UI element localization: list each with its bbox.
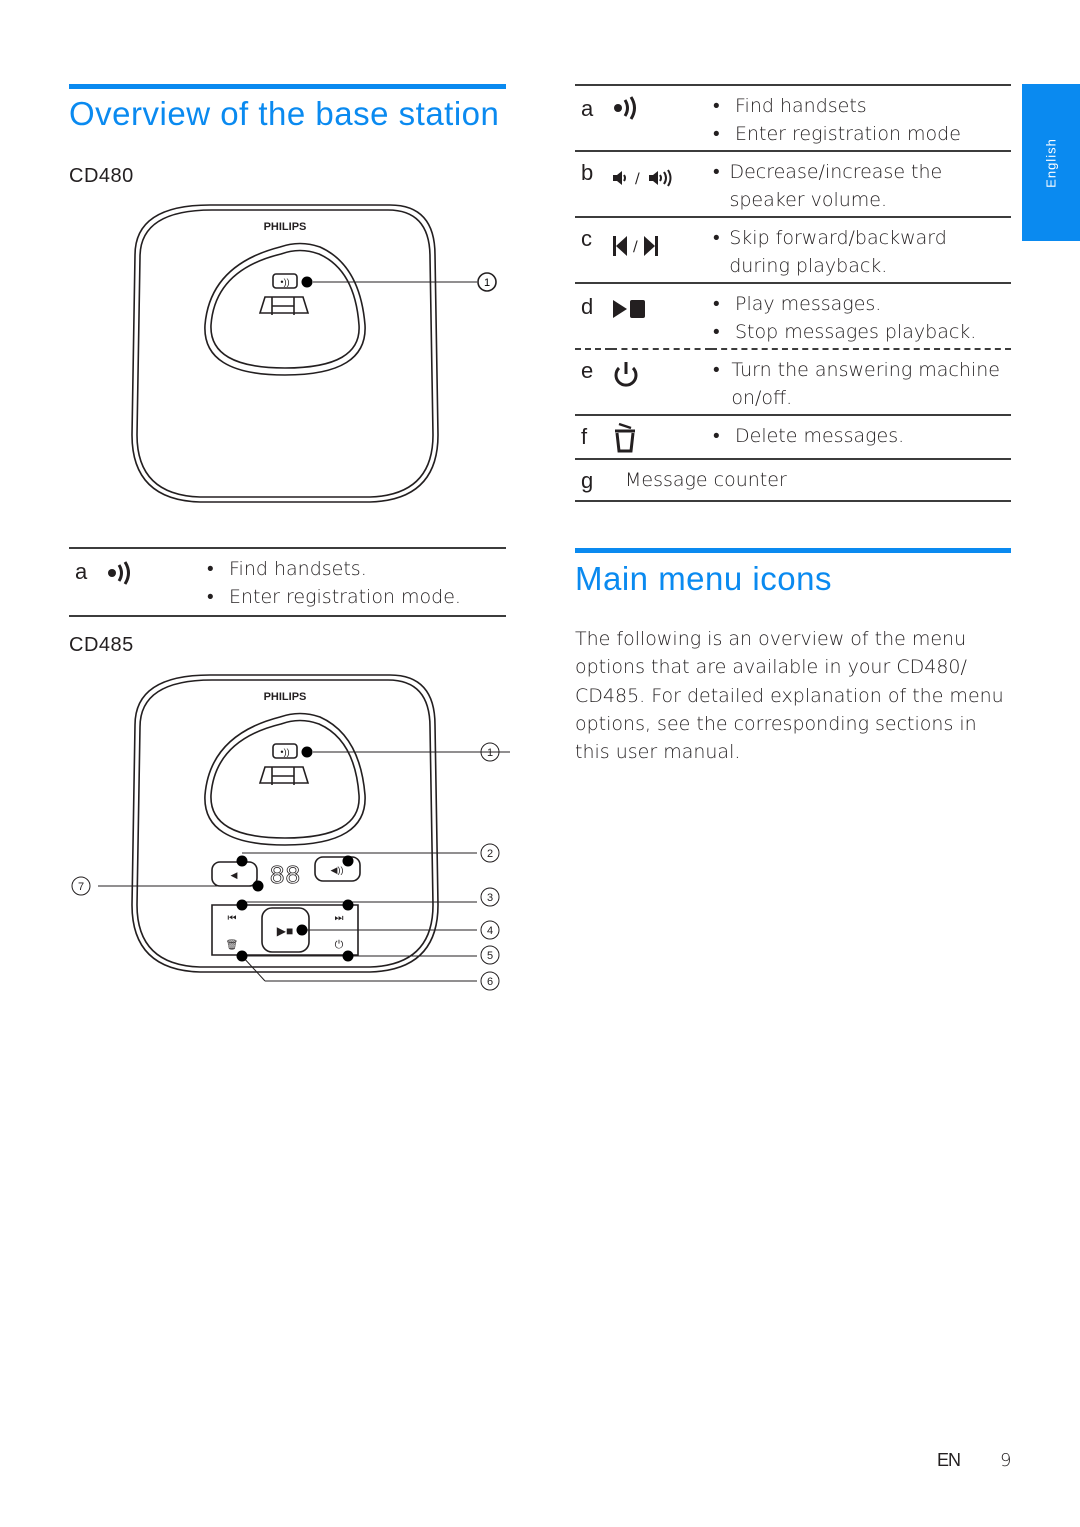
find-handset-icon (108, 561, 130, 585)
callout-3: 3 (487, 892, 493, 904)
play-stop-icon (613, 300, 645, 318)
cd480-base-diagram: •)) PHILIPS 1 (131, 204, 497, 503)
key-letter: a (581, 96, 594, 121)
svg-text:/: / (635, 171, 640, 187)
key-letter: a (75, 559, 88, 584)
bullet-item: • Decrease/increase the speaker volume. (713, 161, 943, 211)
key-row: d • Play messages. • Stop messages playbac… (575, 283, 1011, 349)
key-letter: e (581, 358, 594, 383)
bullet-item: • Play messages. (713, 293, 882, 315)
bullet-item: • Stop messages playback. (713, 321, 977, 343)
key-row: f • Delete messages. (575, 415, 1011, 459)
key-row: b / • Decrease/increase the speaker volum… (575, 151, 1011, 217)
callout-7: 7 (78, 881, 84, 893)
skip-back-forward-icon: / (613, 236, 658, 256)
key-letter: b (581, 160, 594, 185)
svg-text:•)): •)) (280, 277, 289, 287)
page-title: Overview of the base station (69, 95, 500, 132)
model-label-cd485: CD485 (69, 634, 134, 656)
svg-text:•)): •)) (280, 747, 289, 757)
callout-1: 1 (484, 277, 490, 289)
key-letter: d (581, 294, 594, 319)
key-row: g Message counter (575, 459, 1011, 501)
svg-text:▶■: ▶■ (277, 924, 293, 938)
svg-text:◀)): ◀)) (331, 865, 344, 875)
key-row: c / • Skip forward/backward during playba… (575, 217, 1011, 283)
power-icon (614, 362, 638, 387)
bullet-item: • Enter registration mode (713, 123, 961, 145)
volume-down-up-icon: / (613, 169, 672, 187)
key-letter: f (581, 424, 588, 449)
callout-1: 1 (487, 747, 493, 759)
key-row: a • Find handsets • Enter registration mod… (575, 85, 1011, 151)
philips-logo: PHILIPS (264, 221, 307, 233)
language-label: English (1043, 137, 1059, 188)
bullet-item: • Enter registration mode. (207, 586, 461, 608)
svg-text:◀: ◀ (231, 870, 238, 880)
bullet-item: • Turn the answering machine on/off. (713, 359, 1000, 409)
cd485-base-diagram: •)) ◀ ◀)) 88 ⏮ ⏭ ▶■ 🗑 ⏻ PHILIPS 1 2 3 4 … (71, 674, 510, 991)
footer-language: EN (937, 1450, 961, 1470)
callout-4: 4 (487, 925, 493, 937)
svg-text:88: 88 (269, 861, 300, 891)
cd480-key-table: a • Find handsets. • Enter registration mo… (69, 547, 506, 617)
key-letter: c (581, 226, 592, 251)
callout-2: 2 (487, 848, 493, 860)
bullet-item: • Skip forward/backward during playback. (713, 227, 947, 277)
svg-text:/: / (633, 239, 638, 255)
callout-6: 6 (487, 976, 493, 988)
svg-text:⏭: ⏭ (335, 913, 344, 924)
section-title: Main menu icons (575, 560, 832, 597)
philips-logo: PHILIPS (264, 691, 307, 703)
language-tab: English (1022, 84, 1080, 241)
bullet-item: • Find handsets. (207, 558, 367, 580)
key-row: e • Turn the answering machine on/off. (575, 349, 1011, 415)
callout-5: 5 (487, 950, 493, 962)
find-handset-icon (614, 96, 636, 120)
page-number: 9 (1000, 1450, 1012, 1471)
bullet-item: • Find handsets (713, 95, 867, 117)
message-counter-label: Message counter (625, 469, 787, 491)
section-rule-right (575, 548, 1011, 553)
base-station-key-table: a • Find handsets • Enter registration mod… (575, 84, 1011, 502)
trash-icon (615, 422, 635, 453)
section-rule-left (69, 84, 506, 89)
model-label-cd480: CD480 (69, 165, 134, 187)
bullet-item: • Delete messages. (713, 425, 905, 447)
svg-text:⏮: ⏮ (228, 913, 237, 924)
key-letter: g (581, 468, 594, 493)
key-row: a • Find handsets. • Enter registration mo… (69, 548, 506, 616)
svg-text:⏻: ⏻ (335, 939, 344, 951)
intro-paragraph: The following is an overview of the menu… (575, 628, 1004, 764)
svg-text:🗑: 🗑 (226, 939, 239, 951)
